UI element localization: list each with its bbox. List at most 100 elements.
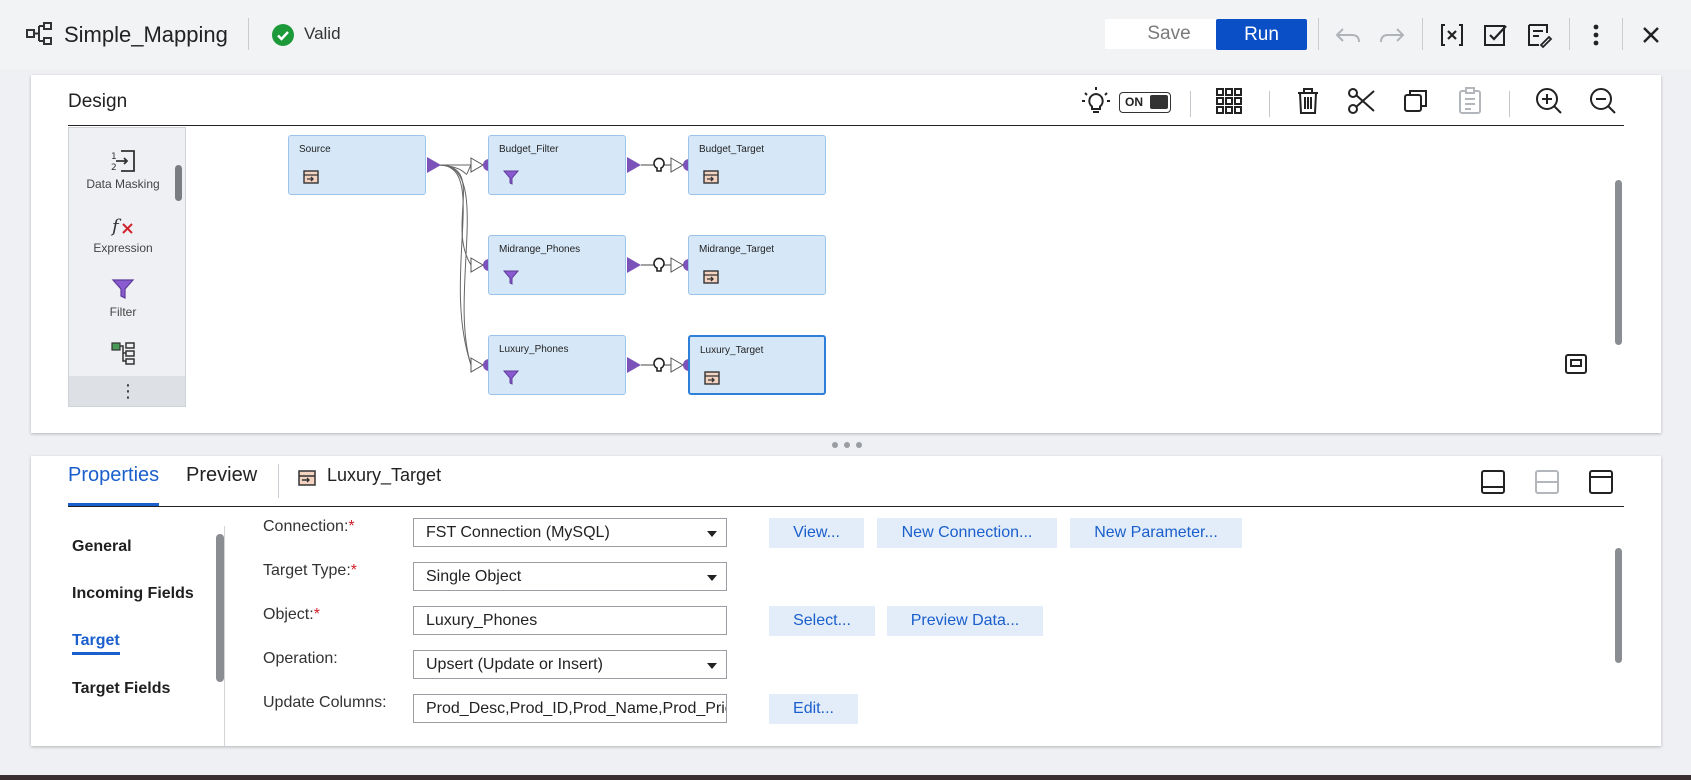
connection-select[interactable]: FST Connection (MySQL) (413, 518, 727, 547)
node-luxury-phones[interactable]: Luxury_Phones (488, 335, 626, 395)
update-columns-label: Update Columns: (263, 694, 387, 711)
object-field[interactable]: Luxury_Phones (413, 606, 727, 635)
minimap-icon[interactable] (1564, 353, 1588, 375)
nav-item-general[interactable]: General (72, 538, 132, 556)
dock-bottom-icon[interactable] (1479, 468, 1507, 496)
expression-icon: f (110, 216, 133, 237)
operation-label: Operation: (263, 650, 338, 667)
operation-value: Upsert (Update or Insert) (426, 656, 603, 673)
divider (68, 506, 1624, 507)
maximize-panel-icon[interactable] (1587, 468, 1615, 496)
hierarchy-icon (111, 342, 135, 365)
node-midrange-target[interactable]: Midrange_Target (688, 235, 826, 295)
chevron-down-icon (707, 531, 717, 537)
selected-object-name: Luxury_Target (327, 465, 442, 485)
chevron-down-icon (707, 663, 717, 669)
mapping-title: Simple_Mapping (64, 22, 228, 47)
divider (1422, 18, 1423, 50)
svg-text:2: 2 (111, 163, 117, 173)
node-source[interactable]: Source (288, 135, 426, 195)
divider (1569, 18, 1570, 50)
select-button[interactable]: Select... (769, 606, 875, 636)
target-type-value: Single Object (426, 568, 522, 585)
mapping-icon (26, 22, 52, 45)
target-icon (703, 170, 719, 184)
svg-text:f: f (110, 216, 122, 237)
target-icon (703, 270, 719, 284)
edit-button[interactable]: Edit... (769, 694, 858, 724)
object-label: Object:* (263, 606, 320, 623)
nav-scrollbar[interactable] (216, 534, 224, 682)
node-label: Luxury_Phones (499, 344, 569, 355)
chevron-down-icon (707, 575, 717, 581)
object-value: Luxury_Phones (426, 612, 538, 629)
new-connection-button[interactable]: New Connection... (877, 518, 1057, 548)
node-label: Budget_Filter (499, 144, 559, 155)
palette-item-label: Expression (93, 241, 153, 255)
node-budget-filter[interactable]: Budget_Filter (488, 135, 626, 195)
palette-item-label: Data Masking (86, 177, 160, 191)
app-header: Simple_Mapping Valid Save Run (0, 0, 1691, 70)
update-columns-value: Prod_Desc,Prod_ID,Prod_Name,Prod_Pric (426, 700, 727, 717)
mapping-canvas[interactable] (31, 75, 1661, 433)
node-midrange-phones[interactable]: Midrange_Phones (488, 235, 626, 295)
node-label: Budget_Target (699, 144, 765, 155)
parameters-icon[interactable] (1438, 21, 1466, 49)
node-label: Luxury_Target (700, 345, 764, 356)
palette-item-label: Filter (109, 305, 137, 319)
more-options-icon[interactable] (1582, 21, 1610, 49)
mapping-properties-icon[interactable] (1525, 21, 1553, 49)
connection-label: Connection:* (263, 518, 355, 535)
filter-icon (502, 170, 520, 185)
palette-item-filter[interactable]: Filter (69, 276, 177, 319)
filter-icon (111, 279, 135, 299)
filter-icon (502, 270, 520, 285)
validate-icon[interactable] (1481, 21, 1509, 49)
divider (1622, 18, 1623, 50)
tab-properties[interactable]: Properties (68, 464, 160, 506)
validation-status: Valid (304, 24, 341, 43)
divider (224, 526, 225, 746)
target-type-label: Target Type:* (263, 562, 357, 579)
divider (278, 464, 279, 498)
source-icon (303, 170, 319, 184)
operation-select[interactable]: Upsert (Update or Insert) (413, 650, 727, 679)
node-luxury-target[interactable]: Luxury_Target (688, 335, 826, 395)
update-columns-field[interactable]: Prod_Desc,Prod_ID,Prod_Name,Prod_Pric (413, 694, 727, 723)
save-button[interactable]: Save (1105, 19, 1233, 49)
new-parameter-button[interactable]: New Parameter... (1070, 518, 1242, 548)
nav-item-incoming-fields[interactable]: Incoming Fields (72, 585, 194, 603)
palette-item-hierarchy[interactable] (69, 340, 177, 369)
filter-icon (502, 370, 520, 385)
node-label: Midrange_Target (699, 244, 775, 255)
more-transformations-button[interactable]: ⋮ (69, 376, 185, 406)
properties-scrollbar[interactable] (1615, 548, 1622, 663)
properties-panel: Properties Preview Luxury_Target General… (31, 456, 1661, 746)
run-button[interactable]: Run (1216, 19, 1307, 50)
svg-text:1: 1 (111, 152, 117, 162)
canvas-scrollbar[interactable] (1615, 180, 1622, 345)
node-label: Source (299, 144, 331, 155)
transformation-palette: 1 2 Data Masking f Expression Filter ⋮ (68, 127, 186, 407)
nav-item-target-fields[interactable]: Target Fields (72, 680, 170, 698)
preview-data-button[interactable]: Preview Data... (887, 606, 1043, 636)
check-circle-icon (272, 24, 294, 46)
tab-preview[interactable]: Preview (186, 464, 257, 503)
divider (1318, 18, 1319, 50)
divider (248, 18, 249, 50)
node-budget-target[interactable]: Budget_Target (688, 135, 826, 195)
close-icon[interactable] (1637, 21, 1665, 49)
target-type-select[interactable]: Single Object (413, 562, 727, 591)
split-view-icon[interactable] (1533, 468, 1561, 496)
redo-icon[interactable] (1378, 21, 1406, 49)
panel-resize-handle[interactable] (829, 440, 865, 450)
palette-scrollbar[interactable] (175, 165, 182, 201)
window-bottom-edge (0, 775, 1691, 780)
palette-item-data-masking[interactable]: 1 2 Data Masking (69, 148, 177, 191)
palette-item-expression[interactable]: f Expression (69, 212, 177, 255)
view-button[interactable]: View... (769, 518, 864, 548)
target-icon (298, 470, 316, 486)
data-masking-icon: 1 2 (111, 150, 135, 173)
nav-item-target[interactable]: Target (72, 632, 120, 655)
undo-icon[interactable] (1334, 21, 1362, 49)
